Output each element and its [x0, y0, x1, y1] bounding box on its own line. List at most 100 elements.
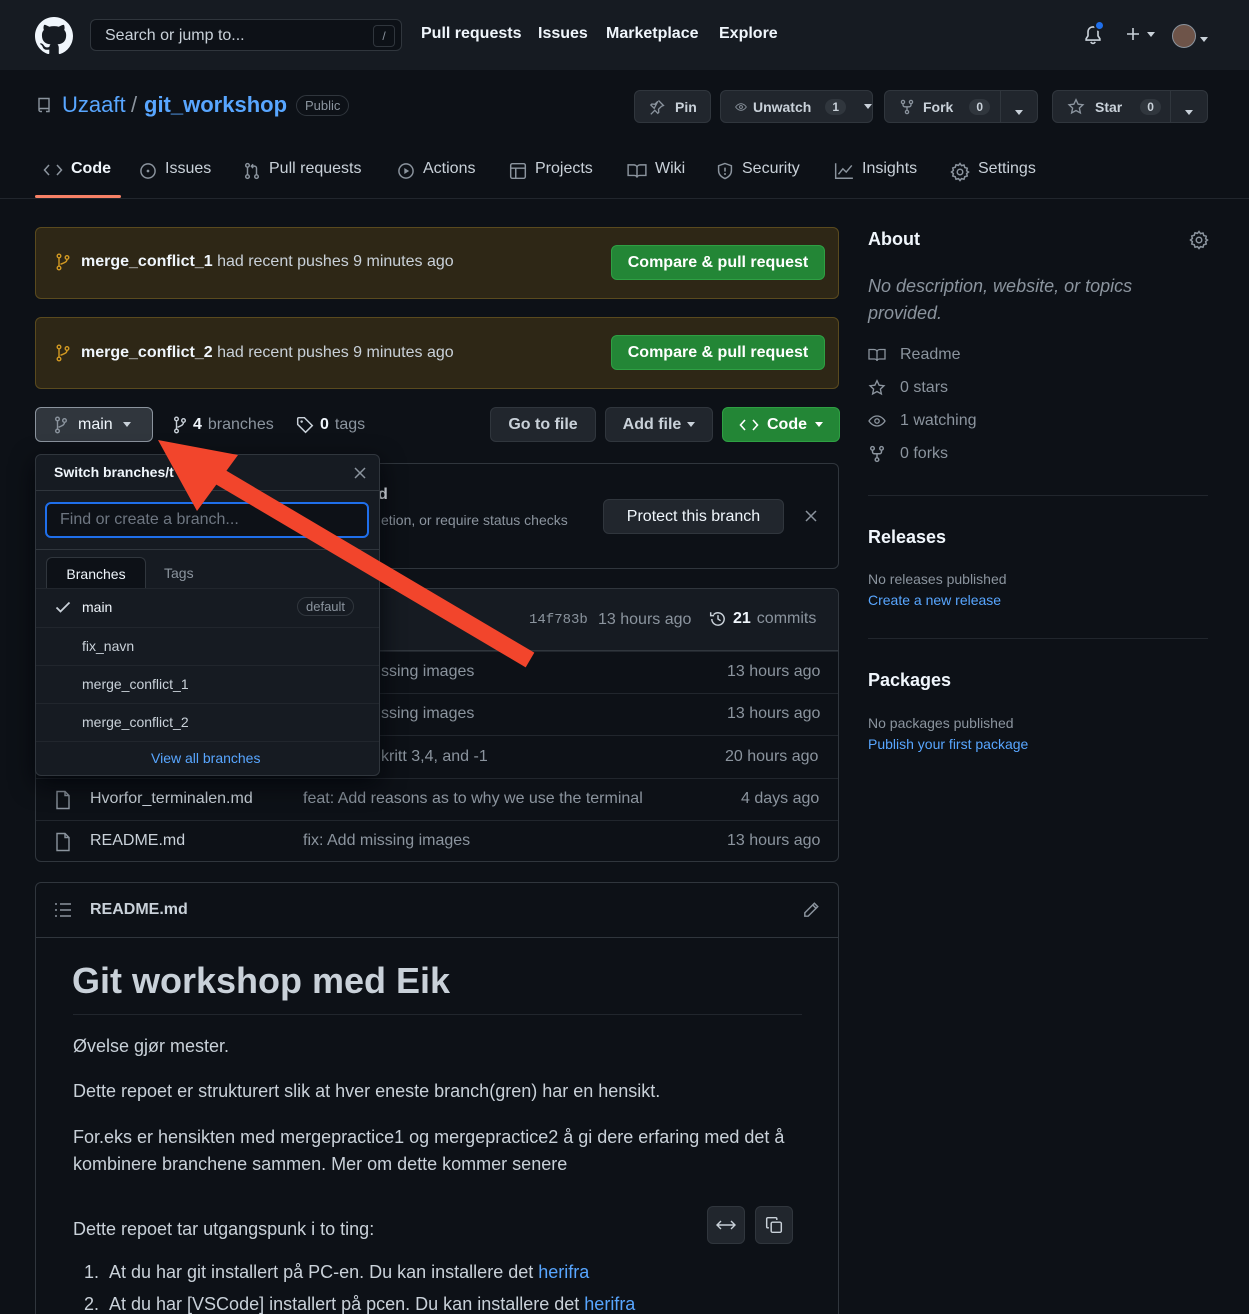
- list-item-text: At du har [VSCode] installert på pcen. D…: [109, 1294, 580, 1314]
- tab-pull-requests[interactable]: Pull requests: [243, 160, 362, 198]
- commits-history-link[interactable]: 21 commits: [709, 610, 816, 628]
- code-button[interactable]: Code: [722, 407, 840, 442]
- repo-owner-link[interactable]: Uzaaft: [62, 92, 126, 118]
- dropdown-divider: [36, 490, 379, 491]
- code-icon: [43, 164, 63, 176]
- nav-pull-requests[interactable]: Pull requests: [421, 25, 521, 43]
- tags-link[interactable]: 0 tags: [296, 416, 365, 434]
- watching-count-label: 1 watching: [900, 412, 977, 429]
- gear-icon[interactable]: [1189, 230, 1209, 250]
- commit-message-link[interactable]: fix: Add missing images: [303, 832, 470, 850]
- default-branch-badge: default: [297, 597, 355, 616]
- chevron-down-icon[interactable]: [1015, 103, 1023, 119]
- repo-name-link[interactable]: git_workshop: [144, 92, 287, 118]
- file-updated-time: 4 days ago: [741, 790, 820, 807]
- stars-link[interactable]: 0 stars: [868, 379, 948, 397]
- commit-message-link[interactable]: kritt 3,4, and -1: [381, 748, 488, 766]
- graph-icon: [834, 163, 853, 179]
- branches-link[interactable]: 4 branches: [173, 416, 274, 434]
- pin-button[interactable]: Pin: [634, 90, 711, 123]
- commit-message-link[interactable]: feat: Add reasons as to why we use the t…: [303, 790, 643, 808]
- commit-sha-link[interactable]: 14f783b: [529, 612, 588, 628]
- unwatch-label: Unwatch: [752, 98, 812, 115]
- unwatch-button[interactable]: Unwatch 1: [720, 90, 873, 123]
- branch-option-label: merge_conflict_1: [82, 676, 189, 692]
- publish-package-link[interactable]: Publish your first package: [868, 736, 1028, 752]
- branch-option-label: merge_conflict_2: [82, 714, 189, 730]
- forks-link[interactable]: 0 forks: [868, 445, 948, 463]
- protect-branch-button[interactable]: Protect this branch: [603, 499, 784, 534]
- nav-issues[interactable]: Issues: [538, 25, 588, 43]
- avatar[interactable]: [1172, 24, 1196, 48]
- pushed-branch-name: merge_conflict_1: [81, 253, 213, 270]
- readme-link-label: Readme: [900, 346, 961, 363]
- wrap-toggle-button[interactable]: [707, 1206, 745, 1244]
- tab-branches[interactable]: Branches: [46, 557, 146, 588]
- branch-select-button[interactable]: main: [35, 407, 153, 442]
- install-vscode-link[interactable]: herifra: [584, 1294, 635, 1314]
- nav-explore[interactable]: Explore: [719, 25, 778, 43]
- chevron-down-icon: [864, 104, 872, 109]
- add-file-button[interactable]: Add file: [605, 407, 713, 442]
- recent-push-message: had recent pushes 9 minutes ago: [217, 253, 454, 270]
- notification-indicator: [1094, 20, 1105, 31]
- search-input[interactable]: Search or jump to...: [90, 19, 402, 51]
- tab-pull-requests-label: Pull requests: [269, 160, 362, 177]
- readme-link[interactable]: Readme: [868, 346, 960, 364]
- copy-button[interactable]: [755, 1206, 793, 1244]
- tab-settings[interactable]: Settings: [950, 160, 1036, 198]
- list-item-number: 2.: [84, 1294, 100, 1314]
- tab-security[interactable]: Security: [716, 160, 800, 198]
- heading-divider: [73, 1014, 802, 1015]
- releases-title[interactable]: Releases: [868, 527, 946, 548]
- chevron-down-icon[interactable]: [1185, 103, 1193, 119]
- gear-icon: [950, 162, 970, 182]
- tab-insights[interactable]: Insights: [834, 160, 917, 198]
- tab-issues[interactable]: Issues: [139, 160, 211, 198]
- tags-label: tags: [334, 416, 366, 433]
- install-git-link[interactable]: herifra: [538, 1262, 589, 1282]
- commit-message-link[interactable]: ssing images: [381, 663, 474, 681]
- tab-code[interactable]: Code: [43, 160, 111, 198]
- nav-marketplace[interactable]: Marketplace: [606, 25, 699, 43]
- file-name-link[interactable]: README.md: [90, 832, 185, 850]
- star-label: Star: [1095, 98, 1123, 115]
- tab-actions[interactable]: Actions: [397, 160, 475, 198]
- tab-tags[interactable]: Tags: [164, 565, 194, 581]
- recent-push-message: had recent pushes 9 minutes ago: [217, 344, 454, 361]
- branch-filter-input[interactable]: Find or create a branch...: [45, 502, 369, 538]
- file-name-link[interactable]: Hvorfor_terminalen.md: [90, 790, 253, 808]
- watchers-link[interactable]: 1 watching: [868, 412, 977, 430]
- branch-option-label: main: [82, 599, 113, 615]
- pull-request-icon: [244, 162, 260, 180]
- commit-message-link[interactable]: ssing images: [381, 705, 474, 723]
- view-all-branches-link[interactable]: View all branches: [151, 750, 260, 766]
- readme-file-name: README.md: [90, 901, 188, 918]
- branch-icon: [55, 416, 67, 433]
- go-to-file-button[interactable]: Go to file: [490, 407, 596, 442]
- create-new-menu[interactable]: [1125, 26, 1155, 42]
- file-icon: [55, 832, 71, 852]
- packages-title[interactable]: Packages: [868, 670, 951, 691]
- sidebar-divider: [868, 638, 1208, 639]
- tab-wiki[interactable]: Wiki: [627, 160, 685, 198]
- add-file-label: Add file: [622, 415, 682, 433]
- close-icon[interactable]: [804, 509, 818, 523]
- repo-icon: [37, 97, 51, 113]
- compare-pull-request-button[interactable]: Compare & pull request: [611, 335, 825, 370]
- stars-count-label: 0 stars: [900, 379, 949, 396]
- github-logo-icon[interactable]: [35, 17, 73, 55]
- compare-pull-request-button[interactable]: Compare & pull request: [611, 245, 825, 280]
- star-icon: [868, 379, 886, 396]
- releases-empty-text: No releases published: [868, 571, 1007, 587]
- create-release-link[interactable]: Create a new release: [868, 592, 1001, 608]
- tab-projects[interactable]: Projects: [509, 160, 593, 198]
- close-icon[interactable]: [354, 467, 366, 479]
- watch-count: 1: [825, 98, 846, 115]
- file-icon: [55, 790, 71, 810]
- list-unordered-icon[interactable]: [54, 902, 72, 918]
- tabs-divider: [0, 198, 1249, 199]
- current-branch-label: main: [78, 415, 113, 433]
- pencil-icon[interactable]: [802, 901, 820, 919]
- file-updated-time: 20 hours ago: [725, 748, 819, 765]
